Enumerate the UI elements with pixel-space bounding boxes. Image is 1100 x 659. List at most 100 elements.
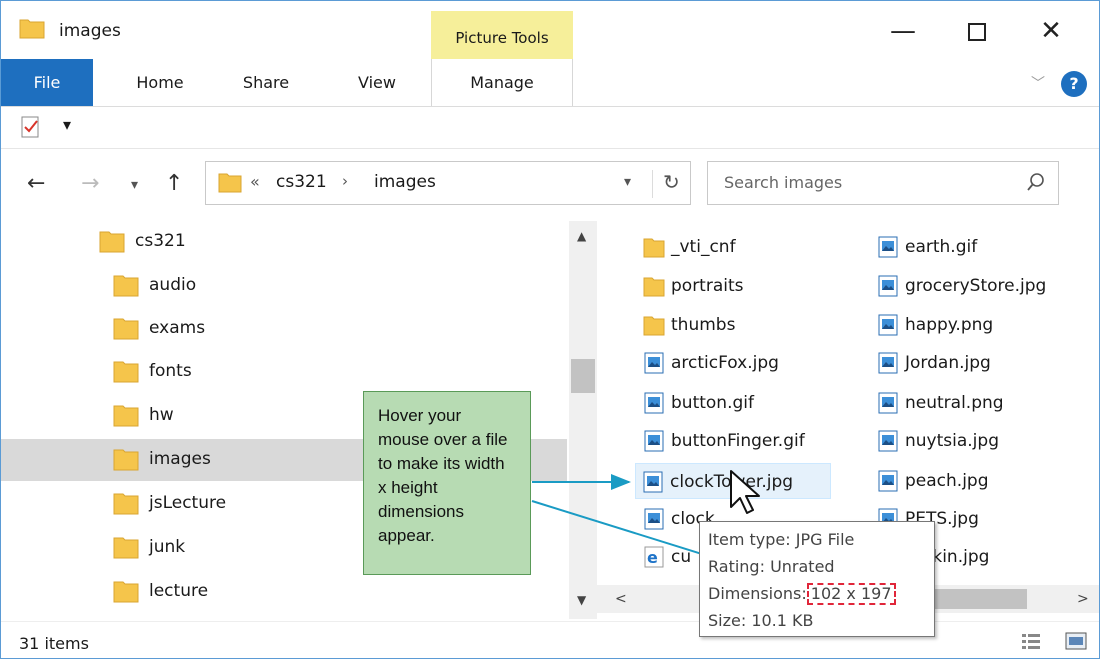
file-name: happy.png	[905, 315, 994, 335]
tree-item-exams[interactable]: exams	[1, 308, 567, 350]
tree-item-audio[interactable]: audio	[1, 265, 567, 307]
image-file-icon	[643, 471, 663, 493]
list-item[interactable]: nuytsia.jpg	[871, 423, 1061, 459]
item-count: 31 items	[19, 634, 89, 653]
tab-manage[interactable]: Manage	[431, 59, 573, 106]
up-arrow-icon[interactable]: ↑	[165, 171, 183, 196]
details-view-icon[interactable]	[1021, 632, 1041, 650]
file-name: nuytsia.jpg	[905, 431, 999, 451]
tree-item-lecture[interactable]: lecture	[1, 571, 567, 613]
search-box[interactable]: Search images	[707, 161, 1059, 205]
tooltip-rating: Rating: Unrated	[708, 557, 835, 576]
tooltip-dimensions-label: Dimensions:	[708, 584, 807, 603]
tab-share[interactable]: Share	[233, 59, 299, 106]
folder-icon	[113, 275, 139, 297]
breadcrumb-images[interactable]: images	[374, 172, 436, 192]
forward-arrow-icon[interactable]: →	[81, 171, 99, 196]
svg-text:e: e	[647, 548, 658, 567]
search-input[interactable]: Search images	[724, 173, 842, 192]
help-icon[interactable]: ?	[1061, 71, 1087, 97]
file-name: Jordan.jpg	[905, 353, 991, 373]
list-item[interactable]: groceryStore.jpg	[871, 268, 1091, 304]
list-item[interactable]: arcticFox.jpg	[637, 345, 827, 381]
navigation-bar: ← → ▾ ↑ « cs321 › images ▾ ↻ Search imag…	[1, 149, 1099, 221]
breadcrumb-separator-icon[interactable]: ›	[342, 172, 348, 190]
quick-access-toolbar: ▾	[1, 107, 1099, 149]
list-item[interactable]: peach.jpg	[871, 463, 1061, 499]
image-file-icon	[878, 352, 898, 374]
expand-ribbon-icon[interactable]: ﹀	[1031, 73, 1045, 93]
list-item[interactable]: neutral.png	[871, 385, 1061, 421]
tree-item-fonts[interactable]: fonts	[1, 351, 567, 393]
tab-file[interactable]: File	[1, 59, 93, 106]
mouse-pointer-icon	[730, 470, 760, 514]
search-icon	[1027, 173, 1044, 191]
tree-item-label: audio	[149, 275, 197, 295]
list-item[interactable]: button.gif	[637, 385, 827, 421]
image-file-icon	[644, 392, 664, 414]
image-file-icon	[644, 508, 664, 530]
image-file-icon	[878, 392, 898, 414]
image-file-icon	[878, 275, 898, 297]
explorer-window: images Picture Tools — ✕ File Home Share…	[0, 0, 1100, 659]
file-name: cu	[671, 547, 692, 567]
properties-check-icon[interactable]	[19, 115, 43, 139]
dimensions-highlight: 102 x 197	[806, 583, 896, 605]
ribbon-tabs: File Home Share View Manage ﹀ ?	[1, 59, 1099, 107]
list-item[interactable]: portraits	[637, 268, 817, 304]
list-item[interactable]: earth.gif	[871, 229, 1061, 265]
address-dropdown-icon[interactable]: ▾	[624, 174, 631, 190]
tab-home[interactable]: Home	[127, 59, 193, 106]
folder-icon	[99, 231, 125, 253]
refresh-icon[interactable]: ↻	[652, 170, 680, 198]
tree-item-cs321[interactable]: cs321	[1, 221, 567, 263]
recent-locations-chevron-icon[interactable]: ▾	[131, 177, 138, 193]
tree-item-label: hw	[149, 405, 174, 425]
tree-item-label: cs321	[135, 231, 186, 251]
tree-item-label: junk	[149, 537, 186, 557]
folder-icon	[113, 318, 139, 340]
list-item[interactable]: thumbs	[637, 307, 817, 343]
list-item[interactable]: happy.png	[871, 307, 1061, 343]
navigation-scrollbar[interactable]: ▲ ▼	[569, 221, 597, 619]
image-file-icon	[878, 236, 898, 258]
folder-icon	[113, 449, 139, 471]
image-file-icon	[878, 314, 898, 336]
file-name: portraits	[671, 276, 744, 296]
status-bar: 31 items	[1, 621, 1099, 658]
file-name: neutral.png	[905, 393, 1004, 413]
image-file-icon	[878, 470, 898, 492]
tab-view[interactable]: View	[347, 59, 407, 106]
back-arrow-icon[interactable]: ←	[27, 171, 45, 196]
file-name: arcticFox.jpg	[671, 353, 779, 373]
scroll-up-icon[interactable]: ▲	[577, 229, 586, 243]
large-icons-view-icon[interactable]	[1065, 632, 1087, 650]
file-info-tooltip: Item type: JPG File Rating: Unrated Dime…	[699, 521, 935, 637]
customize-toolbar-icon[interactable]: ▾	[63, 115, 71, 134]
minimize-button[interactable]: —	[873, 11, 933, 51]
list-item[interactable]: Jordan.jpg	[871, 345, 1061, 381]
address-bar[interactable]: « cs321 › images ▾ ↻	[205, 161, 691, 205]
picture-tools-context-label: Picture Tools	[431, 11, 573, 59]
folder-icon	[113, 361, 139, 383]
scroll-right-icon[interactable]: >	[1077, 591, 1089, 607]
scroll-left-icon[interactable]: <	[615, 591, 627, 607]
title-bar: images Picture Tools — ✕	[1, 1, 1099, 59]
list-item[interactable]: buttonFinger.gif	[637, 423, 837, 459]
scrollbar-thumb[interactable]	[571, 359, 595, 393]
maximize-button[interactable]	[947, 11, 1007, 51]
folder-icon	[218, 173, 242, 193]
breadcrumb-cs321[interactable]: cs321	[276, 172, 327, 192]
overflow-chevron-icon[interactable]: «	[250, 172, 260, 191]
list-item[interactable]: _vti_cnf	[637, 229, 817, 265]
folder-icon	[643, 238, 665, 258]
close-button[interactable]: ✕	[1021, 11, 1081, 51]
tooltip-item-type: Item type: JPG File	[708, 530, 855, 549]
file-name: buttonFinger.gif	[671, 431, 805, 451]
tree-item-label: exams	[149, 318, 206, 338]
tree-item-label: jsLecture	[149, 493, 227, 513]
scroll-down-icon[interactable]: ▼	[577, 593, 586, 607]
image-file-icon	[878, 430, 898, 452]
folder-icon	[113, 537, 139, 559]
tree-item-label: fonts	[149, 361, 192, 381]
